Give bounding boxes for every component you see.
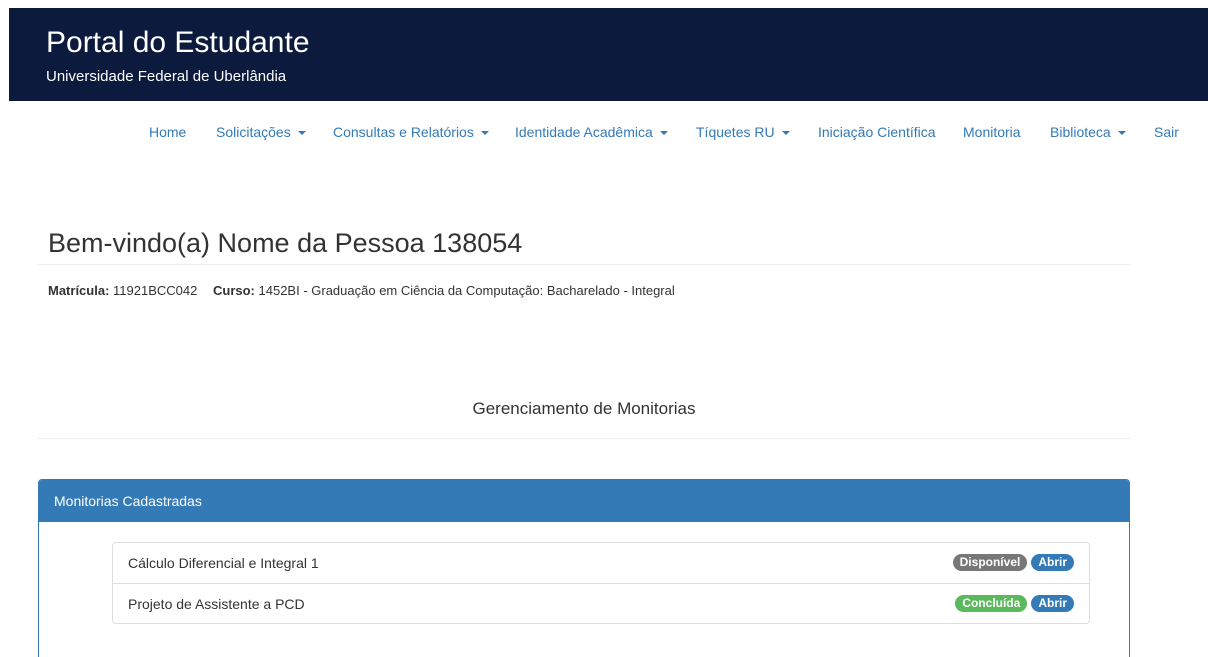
- nav-iniciacao-label: Iniciação Científica: [818, 124, 936, 140]
- nav-home[interactable]: Home: [149, 122, 186, 142]
- matricula-value: 11921BCC042: [113, 283, 198, 298]
- nav-consultas[interactable]: Consultas e Relatórios: [333, 122, 489, 142]
- portal-title: Portal do Estudante: [46, 26, 310, 59]
- panel-heading: Monitorias Cadastradas: [39, 480, 1129, 522]
- status-badge: Concluída: [955, 595, 1028, 612]
- divider: [38, 438, 1130, 439]
- divider: [38, 264, 1130, 265]
- nav-tiquetes[interactable]: Tíquetes RU: [696, 122, 790, 142]
- nav-biblioteca[interactable]: Biblioteca: [1050, 122, 1126, 142]
- nav-identidade-label: Identidade Acadêmica: [515, 124, 653, 140]
- monitorias-panel: Monitorias Cadastradas Cálculo Diferenci…: [38, 479, 1130, 657]
- monitoria-name: Cálculo Diferencial e Integral 1: [128, 555, 319, 571]
- site-header: Portal do Estudante Universidade Federal…: [9, 8, 1208, 101]
- nav-tiquetes-label: Tíquetes RU: [696, 124, 775, 140]
- status-badge: Disponível: [952, 554, 1028, 571]
- nav-iniciacao[interactable]: Iniciação Científica: [818, 122, 936, 142]
- main-nav: Home Solicitações Consultas e Relatórios…: [0, 122, 1208, 142]
- open-button[interactable]: Abrir: [1031, 595, 1074, 612]
- nav-sair-label: Sair: [1154, 124, 1179, 140]
- nav-monitoria-label: Monitoria: [963, 124, 1021, 140]
- curso-value: 1452BI - Graduação em Ciência da Computa…: [258, 283, 675, 298]
- matricula-label: Matrícula:: [48, 283, 110, 298]
- nav-biblioteca-label: Biblioteca: [1050, 124, 1111, 140]
- nav-home-label: Home: [149, 124, 187, 140]
- caret-down-icon: [1117, 131, 1126, 136]
- welcome-heading: Bem-vindo(a) Nome da Pessoa 138054: [48, 228, 523, 258]
- caret-down-icon: [480, 131, 489, 136]
- nav-identidade[interactable]: Identidade Acadêmica: [515, 122, 668, 142]
- student-info: Matrícula: 11921BCC042 Curso: 1452BI - G…: [48, 283, 675, 299]
- nav-solicitacoes-label: Solicitações: [216, 124, 291, 140]
- list-item: Projeto de Assistente a PCD Concluída Ab…: [113, 583, 1089, 623]
- caret-down-icon: [781, 131, 790, 136]
- section-title: Gerenciamento de Monitorias: [472, 399, 696, 418]
- nav-sair[interactable]: Sair: [1154, 122, 1179, 142]
- nav-solicitacoes[interactable]: Solicitações: [216, 122, 306, 142]
- curso-label: Curso:: [212, 283, 255, 298]
- list-item: Cálculo Diferencial e Integral 1 Disponí…: [113, 543, 1089, 583]
- monitorias-list: Cálculo Diferencial e Integral 1 Disponí…: [112, 542, 1090, 624]
- university-name: Universidade Federal de Uberlândia: [46, 68, 287, 85]
- caret-down-icon: [659, 131, 668, 136]
- open-button[interactable]: Abrir: [1031, 554, 1074, 571]
- caret-down-icon: [297, 131, 306, 136]
- nav-monitoria[interactable]: Monitoria: [963, 122, 1021, 142]
- monitoria-name: Projeto de Assistente a PCD: [128, 596, 305, 612]
- nav-consultas-label: Consultas e Relatórios: [333, 124, 474, 140]
